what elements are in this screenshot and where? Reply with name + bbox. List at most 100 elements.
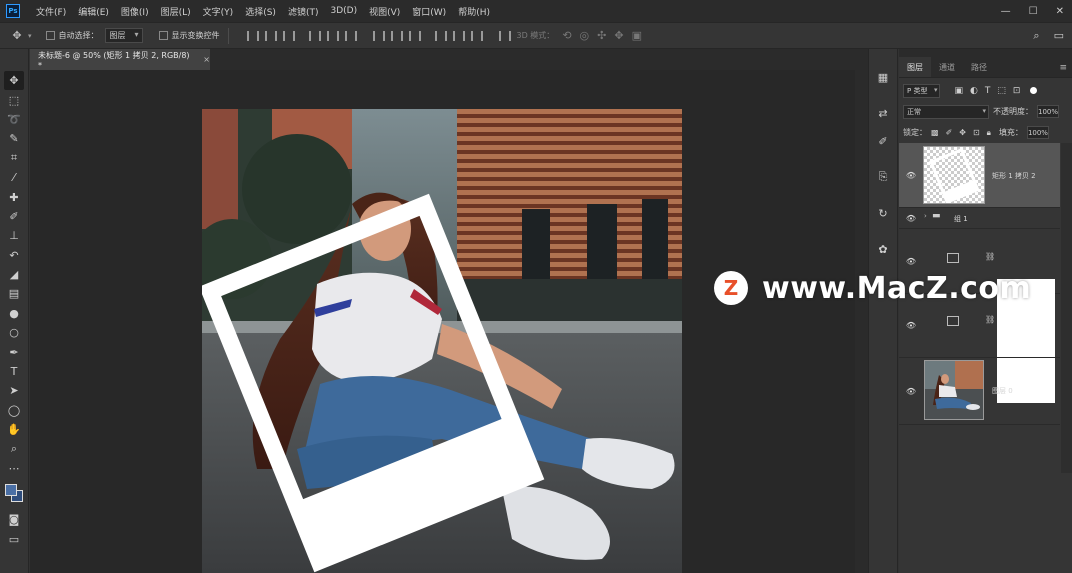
filter-kind-select[interactable]: P 类型 xyxy=(903,83,941,98)
distribute-hcenter-icon[interactable] xyxy=(451,30,465,42)
menu-layer[interactable]: 图层(L) xyxy=(155,5,197,18)
brush-tool-icon[interactable]: ✐ xyxy=(4,207,24,226)
filter-adjustment-icon[interactable]: ◐ xyxy=(970,86,978,96)
show-transform-checkbox[interactable] xyxy=(158,31,168,40)
distribute-right-icon[interactable] xyxy=(469,30,483,42)
minimize-icon[interactable]: — xyxy=(1001,6,1011,17)
roll-3d-icon[interactable]: ◎ xyxy=(580,29,590,42)
search-icon[interactable]: ⌕ xyxy=(1033,29,1039,43)
move-tool-icon[interactable]: ✥ xyxy=(4,71,24,91)
auto-select-target-select[interactable]: 图层 xyxy=(104,28,143,43)
menu-file[interactable]: 文件(F) xyxy=(30,5,72,18)
type-tool-icon[interactable]: T xyxy=(4,362,24,381)
history-icon[interactable]: ↻ xyxy=(874,204,892,222)
lock-all-icon[interactable]: 🔒︎ xyxy=(987,128,991,138)
filter-pixel-icon[interactable]: ▣ xyxy=(954,86,963,96)
blur-tool-icon[interactable]: ● xyxy=(4,304,24,323)
quick-mask-icon[interactable]: ◙ xyxy=(4,510,24,529)
visibility-eye-icon[interactable]: 👁︎ xyxy=(904,387,918,396)
menu-type[interactable]: 文字(Y) xyxy=(197,5,240,18)
workspace-icon[interactable]: ▭ xyxy=(1054,29,1064,43)
distribute-top-icon[interactable] xyxy=(371,30,385,42)
align-vcenter-icon[interactable] xyxy=(263,30,277,42)
link-icon[interactable]: ⛓︎ xyxy=(985,315,995,324)
panel-menu-icon[interactable]: ≡ xyxy=(1059,63,1067,73)
lock-position-icon[interactable]: ✥ xyxy=(959,128,966,138)
document-canvas-photo[interactable] xyxy=(202,109,682,573)
foreground-color-swatch[interactable] xyxy=(5,484,17,497)
healing-brush-tool-icon[interactable]: ✚ xyxy=(4,187,24,206)
menu-view[interactable]: 视图(V) xyxy=(363,5,406,18)
align-bottom-icon[interactable] xyxy=(281,30,295,42)
filter-smart-object-icon[interactable]: ⊡ xyxy=(1013,86,1021,96)
more-tools-icon[interactable]: ⋯ xyxy=(4,459,24,478)
document-tab[interactable]: 未标题-6 @ 50% (矩形 1 拷贝 2, RGB/8) * × xyxy=(30,49,210,70)
maximize-icon[interactable]: ☐ xyxy=(1029,6,1038,17)
layer-row[interactable]: 👁︎ › ▬ 组 1 xyxy=(899,208,1060,228)
lock-artboard-icon[interactable]: ⊡ xyxy=(973,128,980,138)
menu-edit[interactable]: 编辑(E) xyxy=(72,5,115,18)
hand-tool-icon[interactable]: ✋ xyxy=(4,420,24,439)
align-right-icon[interactable] xyxy=(343,30,357,42)
orbit-3d-icon[interactable]: ⟲ xyxy=(562,29,571,42)
opacity-input[interactable]: 100% xyxy=(1037,105,1059,118)
distribute-left-icon[interactable] xyxy=(433,30,447,42)
menu-image[interactable]: 图像(I) xyxy=(115,5,155,18)
align-left-icon[interactable] xyxy=(307,30,321,42)
align-top-icon[interactable] xyxy=(245,30,259,42)
adjustments-icon[interactable]: ⇄ xyxy=(874,104,892,122)
move-tool-preset-icon[interactable]: ✥ xyxy=(10,29,24,43)
history-brush-tool-icon[interactable]: ↶ xyxy=(4,246,24,265)
visibility-eye-icon[interactable]: 👁︎ xyxy=(904,257,918,266)
menu-3d[interactable]: 3D(D) xyxy=(324,6,363,16)
lock-transparent-icon[interactable]: ▩ xyxy=(931,128,939,138)
slide-3d-icon[interactable]: ✥ xyxy=(614,29,623,42)
canvas-scrollbar[interactable] xyxy=(855,70,868,573)
lock-pixels-icon[interactable]: ✐ xyxy=(946,128,953,138)
close-tab-icon[interactable]: × xyxy=(203,55,210,64)
quick-select-tool-icon[interactable]: ✎ xyxy=(4,129,24,148)
link-icon[interactable]: ⛓︎ xyxy=(985,252,995,261)
filter-shape-icon[interactable]: ⬚ xyxy=(997,86,1006,96)
tab-paths[interactable]: 路径 xyxy=(963,57,995,77)
brush-settings-icon[interactable]: ✐ xyxy=(874,132,892,150)
shape-tool-icon[interactable]: ◯ xyxy=(4,401,24,420)
close-icon[interactable]: ✕ xyxy=(1056,6,1064,17)
visibility-eye-icon[interactable]: 👁︎ xyxy=(904,214,918,223)
path-select-tool-icon[interactable]: ➤ xyxy=(4,381,24,400)
tab-layers[interactable]: 图层 xyxy=(899,57,931,77)
lasso-tool-icon[interactable]: ➰ xyxy=(4,110,24,129)
color-swatches[interactable] xyxy=(3,482,25,504)
layer-row[interactable]: 👁︎ 矩形 1 拷贝 2 xyxy=(899,143,1060,207)
visibility-eye-icon[interactable]: 👁︎ xyxy=(904,171,918,180)
align-hcenter-icon[interactable] xyxy=(325,30,339,42)
distribute-bottom-icon[interactable] xyxy=(407,30,421,42)
chevron-right-icon[interactable]: › xyxy=(924,212,927,220)
screen-mode-icon[interactable]: ▭ xyxy=(4,530,24,549)
filter-toggle-icon[interactable] xyxy=(1030,87,1038,94)
filter-type-icon[interactable]: T xyxy=(985,86,991,96)
eraser-tool-icon[interactable]: ◢ xyxy=(4,265,24,284)
eyedropper-tool-icon[interactable]: ⁄ xyxy=(4,168,24,187)
crop-tool-icon[interactable]: ⌗ xyxy=(4,149,24,168)
auto-align-icon[interactable] xyxy=(497,30,511,42)
distribute-vcenter-icon[interactable] xyxy=(389,30,403,42)
visibility-eye-icon[interactable]: 👁︎ xyxy=(904,321,918,330)
drag-3d-icon[interactable]: ✣ xyxy=(597,29,606,42)
blend-mode-select[interactable]: 正常 xyxy=(903,104,989,119)
pen-tool-icon[interactable]: ✒ xyxy=(4,342,24,361)
swatches-icon[interactable]: ✿ xyxy=(874,240,892,258)
chevron-down-icon[interactable]: ▾ xyxy=(28,32,32,40)
fill-input[interactable]: 100% xyxy=(1026,126,1049,139)
menu-window[interactable]: 窗口(W) xyxy=(406,5,452,18)
scale-3d-icon[interactable]: ▣ xyxy=(632,29,642,42)
zoom-tool-icon[interactable]: ⌕ xyxy=(4,439,24,458)
auto-select-checkbox[interactable] xyxy=(45,31,55,40)
clone-source-icon[interactable]: ⎘ xyxy=(874,168,892,186)
tab-channels[interactable]: 通道 xyxy=(931,57,963,77)
clone-stamp-tool-icon[interactable]: ⊥ xyxy=(4,226,24,245)
menu-filter[interactable]: 滤镜(T) xyxy=(282,5,325,18)
layer-row[interactable]: 👁︎ 图层 0 xyxy=(899,358,1060,424)
menu-select[interactable]: 选择(S) xyxy=(239,5,282,18)
dodge-tool-icon[interactable]: ○ xyxy=(4,323,24,342)
